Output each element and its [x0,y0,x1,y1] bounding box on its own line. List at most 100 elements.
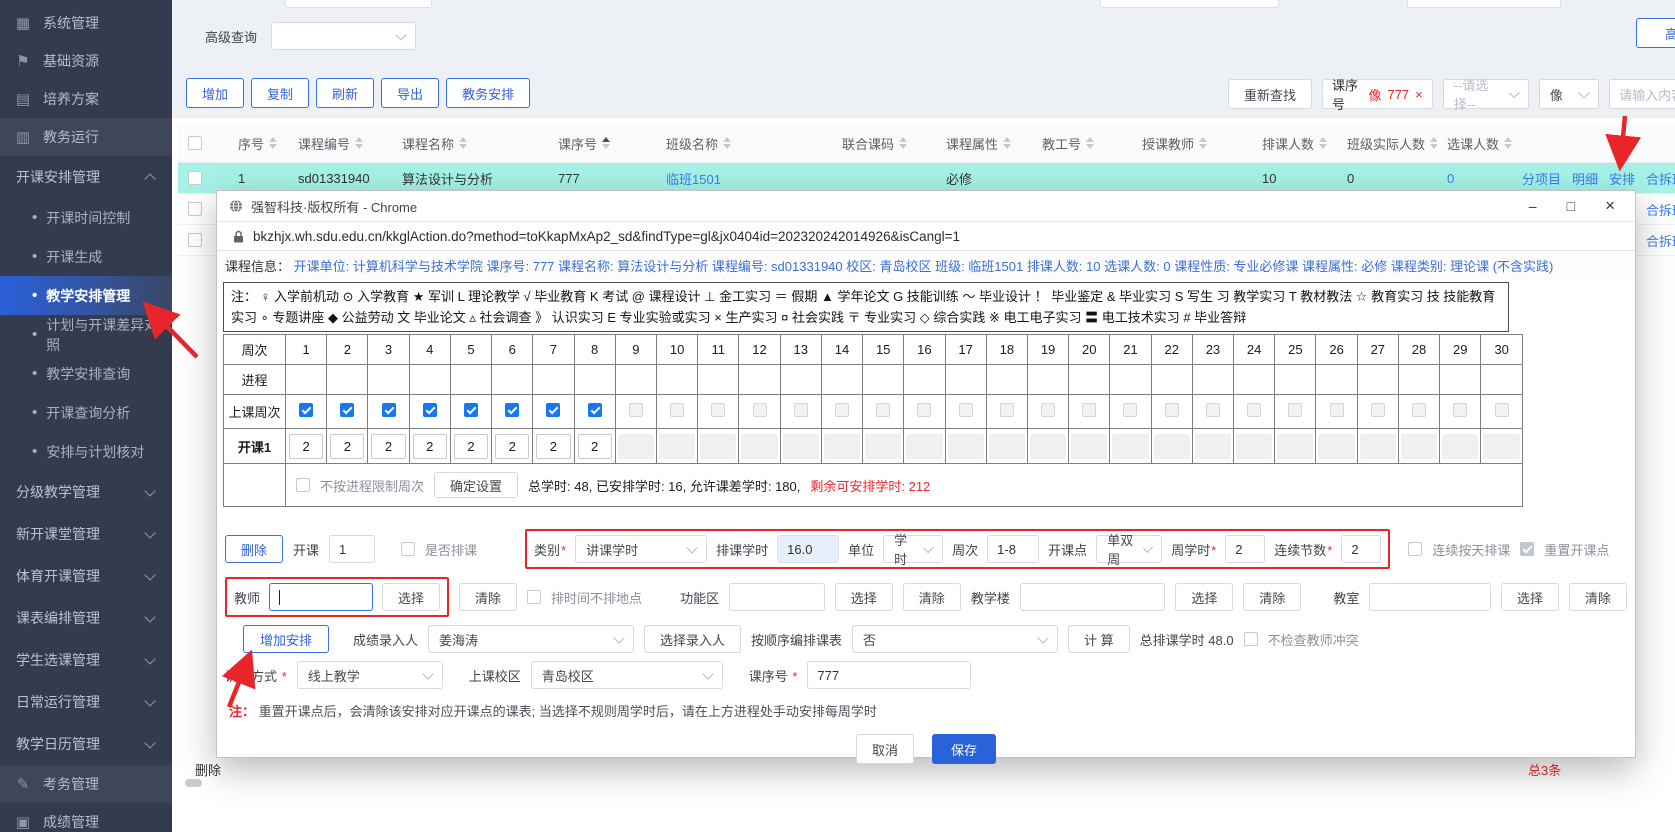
order-select[interactable]: 否 [852,625,1058,653]
week-checkbox[interactable] [1165,403,1179,417]
sidebar-group-collapsed[interactable]: 体育开课管理 [0,555,172,597]
week-checkbox[interactable] [1123,403,1137,417]
sidebar-group-collapsed[interactable]: 日常运行管理 [0,681,172,723]
session-hour-input[interactable]: 2 [578,434,612,459]
table-header-cell[interactable]: 排课人数 [1252,134,1337,153]
no-limit-checkbox[interactable] [296,478,310,492]
func-area-select-button[interactable]: 选择 [835,583,893,611]
sidebar-item[interactable]: ▤培养方案 [0,80,172,118]
session-hour-input[interactable]: 2 [536,434,570,459]
filter-operator-select[interactable]: 像 [1539,79,1599,109]
sidebar-group-expanded[interactable]: 开课安排管理 [0,156,172,198]
weeks-input[interactable]: 1-8 [987,535,1039,563]
cell-link[interactable]: 0 [1447,171,1454,186]
sidebar-item[interactable]: ▥教务运行 [0,118,172,156]
week-checkbox[interactable] [299,403,313,417]
sort-icon[interactable] [355,137,363,149]
week-checkbox[interactable] [1330,403,1344,417]
confirm-setting-button[interactable]: 确定设置 [434,472,518,498]
table-header-cell[interactable]: 课程编号 [288,134,392,153]
advanced-button[interactable]: 高级 [1636,18,1675,48]
table-header-cell[interactable]: 序号 [228,134,288,153]
truncated-filter-input[interactable] [1100,0,1279,8]
session-hour-input[interactable]: 2 [289,434,323,459]
row-action-link[interactable]: 合拆班 [1646,231,1675,250]
sort-icon[interactable] [899,137,907,149]
no-conflict-checkbox[interactable] [1244,632,1258,646]
sidebar-item[interactable]: ✎考务管理 [0,765,172,803]
building-clear-button[interactable]: 清除 [1243,583,1301,611]
minimize-icon[interactable]: – [1529,198,1537,214]
toolbar-button[interactable]: 增加 [186,78,244,108]
method-select[interactable]: 线上教学 [297,661,443,689]
building-input[interactable] [1020,583,1166,611]
point-select[interactable]: 单双周 [1096,535,1162,563]
week-checkbox[interactable] [876,403,890,417]
week-checkbox[interactable] [1412,403,1426,417]
weekly-hours-input[interactable]: 2 [1225,535,1265,563]
select-entry-button[interactable]: 选择录入人 [644,625,741,653]
time-only-checkbox[interactable] [527,590,541,604]
arrange-checkbox[interactable] [401,542,415,556]
week-checkbox[interactable] [629,403,643,417]
room-input[interactable] [1369,583,1491,611]
table-header-cell[interactable]: 课序号 [548,134,656,153]
func-area-clear-button[interactable]: 清除 [903,583,961,611]
sidebar-subitem[interactable]: •开课时间控制 [0,198,172,237]
week-checkbox[interactable] [505,403,519,417]
truncated-filter-input[interactable] [285,0,432,8]
sidebar-group-collapsed[interactable]: 课表编排管理 [0,597,172,639]
toolbar-button[interactable]: 刷新 [316,78,374,108]
unit-select[interactable]: 学时 [883,535,943,563]
func-area-input[interactable] [729,583,825,611]
row-action-link[interactable]: 分项目 [1522,169,1561,188]
sidebar-group-collapsed[interactable]: 新开课堂管理 [0,513,172,555]
week-checkbox[interactable] [1288,403,1302,417]
room-clear-button[interactable]: 清除 [1569,583,1627,611]
week-checkbox[interactable] [423,403,437,417]
cancel-button[interactable]: 取消 [856,734,914,764]
week-checkbox[interactable] [1041,403,1055,417]
week-checkbox[interactable] [1247,403,1261,417]
advanced-query-select[interactable] [271,22,416,50]
week-checkbox[interactable] [1206,403,1220,417]
week-checkbox[interactable] [1495,403,1509,417]
session-input[interactable]: 1 [329,535,375,563]
sidebar-group-collapsed[interactable]: 教学日历管理 [0,723,172,765]
session-hour-input[interactable]: 2 [495,434,529,459]
sort-icon[interactable] [269,137,277,149]
grade-entry-select[interactable]: 姜海涛 [428,625,634,653]
table-header-cell[interactable]: 授课教师 [1132,134,1252,153]
sidebar-subitem[interactable]: •开课生成 [0,237,172,276]
sidebar-group-collapsed[interactable]: 分级教学管理 [0,471,172,513]
week-checkbox[interactable] [588,403,602,417]
row-action-link[interactable]: 合拆班 [1646,169,1675,188]
toolbar-button[interactable]: 导出 [381,78,439,108]
week-checkbox[interactable] [1453,403,1467,417]
category-select[interactable]: 讲课学时 [575,535,707,563]
sidebar-subitem[interactable]: •教学安排查询 [0,354,172,393]
row-action-link[interactable]: 明细 [1572,169,1598,188]
filter-value-input[interactable]: 请输入内容 [1609,79,1675,109]
popup-url-bar[interactable]: bkzhjx.wh.sdu.edu.cn/kkglAction.do?metho… [217,222,1635,251]
building-select-button[interactable]: 选择 [1175,583,1233,611]
reset-point-checkbox[interactable] [1520,542,1534,556]
sort-icon[interactable] [1504,137,1512,149]
horizontal-scrollbar[interactable] [185,779,202,787]
session-hour-input[interactable]: 2 [454,434,488,459]
sidebar-item[interactable]: ⚑基础资源 [0,42,172,80]
sort-icon[interactable] [1003,137,1011,149]
sort-icon[interactable] [1086,137,1094,149]
truncated-filter-input[interactable] [1407,0,1561,8]
sidebar-item[interactable]: ▣成绩管理 [0,803,172,832]
row-checkbox[interactable] [188,202,202,216]
sort-icon[interactable] [602,137,610,149]
sort-icon[interactable] [723,137,731,149]
row-action-link[interactable]: 安排 [1609,169,1635,188]
teacher-select-button[interactable]: 选择 [382,583,440,611]
toolbar-button[interactable]: 教务安排 [446,78,530,108]
sort-icon[interactable] [1319,137,1327,149]
sort-icon[interactable] [1199,137,1207,149]
week-checkbox[interactable] [1082,403,1096,417]
sidebar-group-collapsed[interactable]: 学生选课管理 [0,639,172,681]
